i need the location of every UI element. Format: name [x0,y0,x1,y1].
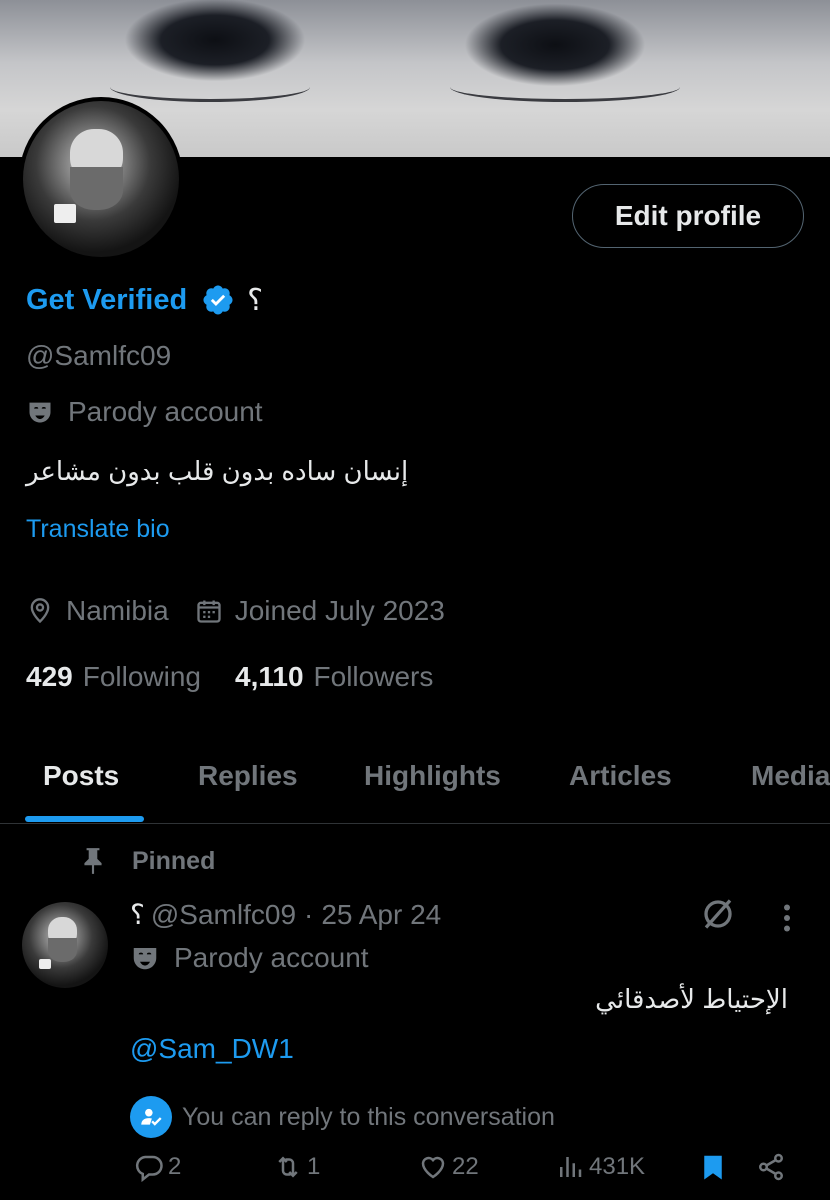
active-tab-indicator [25,816,144,822]
tab-media[interactable]: Media [751,760,830,792]
separator-dot: · [304,898,314,930]
profile-joined: Joined July 2023 [234,595,445,626]
post-header: ؟ @Samlfc09 · 25 Apr 24 [130,898,441,931]
post-parody-text: Parody account [174,942,369,973]
get-verified-link[interactable]: Get Verified [26,284,187,317]
tab-posts[interactable]: Posts [43,760,119,792]
profile-name-row: Get Verified ؟ [26,280,263,320]
following-label: Following [82,661,201,692]
post-author-handle[interactable]: @Samlfc09 [151,899,296,931]
bookmark-icon [704,1155,722,1180]
translate-bio-link[interactable]: Translate bio [26,515,170,544]
reply-permission-note: You can reply to this conversation [130,1096,555,1138]
pinned-text: Pinned [132,846,216,875]
followers-link[interactable]: 4,110 Followers [235,661,433,693]
followers-label: Followers [313,661,434,692]
reply-count: 2 [168,1153,182,1180]
like-button[interactable]: 22 [418,1152,479,1182]
following-link[interactable]: 429 Following [26,661,201,693]
post-parody-label: Parody account [130,942,369,974]
mask-icon [133,948,157,970]
more-options-icon[interactable] [776,900,798,936]
share-icon [759,1153,783,1181]
profile-bio: إنسان ساده بدون قلب بدون مشاعر [26,456,409,486]
repost-button[interactable]: 1 [273,1152,320,1182]
profile-meta: Namibia Joined July 2023 [26,595,445,627]
tab-replies[interactable]: Replies [198,760,298,792]
profile-avatar[interactable] [19,97,183,261]
post-author-name[interactable]: ؟ [130,898,145,931]
location-pin-icon [30,598,50,624]
mask-icon [29,402,51,423]
profile-handle: @Samlfc09 [26,340,172,371]
calendar-icon [197,600,221,623]
view-count: 431K [589,1153,646,1180]
heart-icon [421,1156,445,1179]
name-suffix: ؟ [247,283,264,317]
post-actions: 2 1 22 431K [130,1152,820,1192]
post-mention-link[interactable]: @Sam_DW1 [130,1033,294,1065]
post-date[interactable]: 25 Apr 24 [321,899,441,931]
reply-icon [135,1155,163,1182]
followers-count: 4,110 [235,661,304,692]
reply-button[interactable]: 2 [134,1152,181,1182]
reply-permission-text: You can reply to this conversation [182,1102,555,1131]
share-button[interactable] [756,1152,790,1182]
post-body: الإحتياط لأصدقائي [595,984,788,1014]
like-count: 22 [452,1153,479,1180]
tab-highlights[interactable]: Highlights [364,760,501,792]
profile-stats: 429 Following 4,110 Followers [26,661,433,693]
verified-badge-icon[interactable] [201,283,235,317]
parody-label: Parody account [26,396,263,428]
repost-icon [278,1156,298,1178]
bookmark-button[interactable] [698,1152,732,1182]
pin-icon [84,848,102,874]
banner-image-detail [450,72,680,102]
profile-location: Namibia [66,595,169,626]
views-button[interactable]: 431K [555,1152,645,1182]
banner-image-detail [110,72,310,102]
user-check-icon [130,1096,172,1138]
profile-tabs: Posts Replies Highlights Articles Media [0,746,830,824]
views-icon [560,1157,582,1177]
repost-count: 1 [307,1153,321,1180]
edit-profile-button[interactable]: Edit profile [572,184,804,248]
post-author-avatar[interactable] [22,902,108,988]
pinned-label: Pinned [80,846,215,876]
following-count: 429 [26,661,73,692]
parody-label-text: Parody account [68,396,263,427]
tab-articles[interactable]: Articles [569,760,672,792]
grok-icon[interactable] [700,896,736,932]
